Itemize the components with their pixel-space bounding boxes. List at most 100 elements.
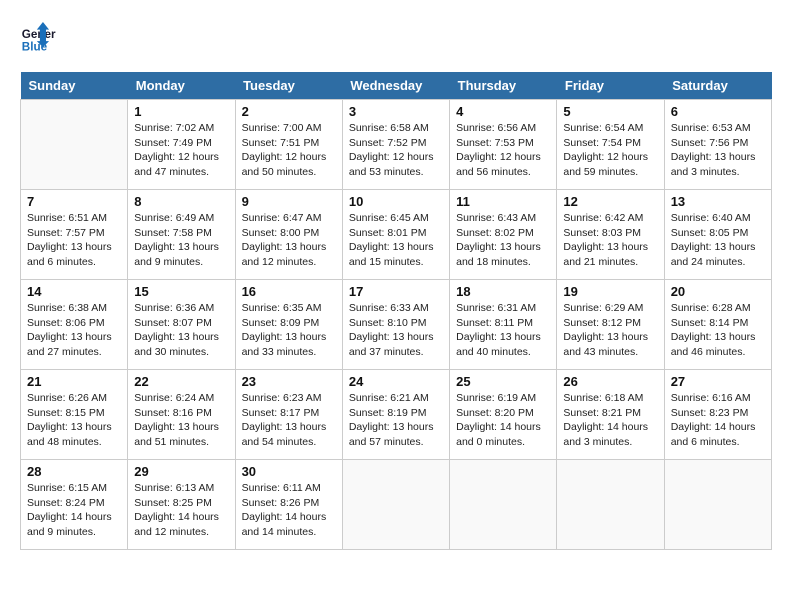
day-number: 29 xyxy=(134,464,228,479)
weekday-header: Sunday xyxy=(21,72,128,100)
day-info: Sunrise: 6:16 AMSunset: 8:23 PMDaylight:… xyxy=(671,391,765,450)
calendar-cell: 22 Sunrise: 6:24 AMSunset: 8:16 PMDayligh… xyxy=(128,370,235,460)
header: General Blue xyxy=(20,20,772,56)
day-number: 2 xyxy=(242,104,336,119)
week-row: 28 Sunrise: 6:15 AMSunset: 8:24 PMDayligh… xyxy=(21,460,772,550)
calendar-cell: 2 Sunrise: 7:00 AMSunset: 7:51 PMDaylight… xyxy=(235,100,342,190)
calendar-cell: 24Sunrise: 6:21 AMSunset: 8:19 PMDayligh… xyxy=(342,370,449,460)
calendar-cell: 19Sunrise: 6:29 AMSunset: 8:12 PMDayligh… xyxy=(557,280,664,370)
day-info: Sunrise: 6:24 AMSunset: 8:16 PMDaylight:… xyxy=(134,391,228,450)
day-number: 11 xyxy=(456,194,550,209)
calendar-cell: 14 Sunrise: 6:38 AMSunset: 8:06 PMDayligh… xyxy=(21,280,128,370)
logo-icon: General Blue xyxy=(20,20,56,56)
day-number: 25 xyxy=(456,374,550,389)
calendar-cell xyxy=(450,460,557,550)
calendar-cell: 3 Sunrise: 6:58 AMSunset: 7:52 PMDaylight… xyxy=(342,100,449,190)
calendar-table: SundayMondayTuesdayWednesdayThursdayFrid… xyxy=(20,72,772,550)
day-info: Sunrise: 6:53 AMSunset: 7:56 PMDaylight:… xyxy=(671,121,765,180)
day-info: Sunrise: 6:21 AMSunset: 8:19 PMDaylight:… xyxy=(349,391,443,450)
day-info: Sunrise: 7:02 AMSunset: 7:49 PMDaylight:… xyxy=(134,121,228,180)
day-number: 20 xyxy=(671,284,765,299)
calendar-cell: 26 Sunrise: 6:18 AMSunset: 8:21 PMDayligh… xyxy=(557,370,664,460)
calendar-header: SundayMondayTuesdayWednesdayThursdayFrid… xyxy=(21,72,772,100)
day-info: Sunrise: 6:26 AMSunset: 8:15 PMDaylight:… xyxy=(27,391,121,450)
calendar-cell: 30Sunrise: 6:11 AMSunset: 8:26 PMDayligh… xyxy=(235,460,342,550)
calendar-cell: 20 Sunrise: 6:28 AMSunset: 8:14 PMDayligh… xyxy=(664,280,771,370)
calendar-cell: 4 Sunrise: 6:56 AMSunset: 7:53 PMDaylight… xyxy=(450,100,557,190)
week-row: 1 Sunrise: 7:02 AMSunset: 7:49 PMDaylight… xyxy=(21,100,772,190)
day-number: 3 xyxy=(349,104,443,119)
day-info: Sunrise: 6:36 AMSunset: 8:07 PMDaylight:… xyxy=(134,301,228,360)
calendar-cell: 8 Sunrise: 6:49 AMSunset: 7:58 PMDaylight… xyxy=(128,190,235,280)
day-info: Sunrise: 6:15 AMSunset: 8:24 PMDaylight:… xyxy=(27,481,121,540)
day-info: Sunrise: 6:43 AMSunset: 8:02 PMDaylight:… xyxy=(456,211,550,270)
day-number: 16 xyxy=(242,284,336,299)
weekday-header: Monday xyxy=(128,72,235,100)
day-info: Sunrise: 6:47 AMSunset: 8:00 PMDaylight:… xyxy=(242,211,336,270)
calendar-cell xyxy=(342,460,449,550)
day-number: 17 xyxy=(349,284,443,299)
day-number: 14 xyxy=(27,284,121,299)
day-number: 7 xyxy=(27,194,121,209)
week-row: 14 Sunrise: 6:38 AMSunset: 8:06 PMDayligh… xyxy=(21,280,772,370)
day-info: Sunrise: 6:33 AMSunset: 8:10 PMDaylight:… xyxy=(349,301,443,360)
day-info: Sunrise: 6:40 AMSunset: 8:05 PMDaylight:… xyxy=(671,211,765,270)
calendar-cell: 27 Sunrise: 6:16 AMSunset: 8:23 PMDayligh… xyxy=(664,370,771,460)
day-info: Sunrise: 6:19 AMSunset: 8:20 PMDaylight:… xyxy=(456,391,550,450)
day-number: 28 xyxy=(27,464,121,479)
calendar-cell: 1 Sunrise: 7:02 AMSunset: 7:49 PMDaylight… xyxy=(128,100,235,190)
logo: General Blue xyxy=(20,20,60,56)
day-number: 4 xyxy=(456,104,550,119)
day-info: Sunrise: 7:00 AMSunset: 7:51 PMDaylight:… xyxy=(242,121,336,180)
day-info: Sunrise: 6:35 AMSunset: 8:09 PMDaylight:… xyxy=(242,301,336,360)
day-number: 27 xyxy=(671,374,765,389)
day-number: 22 xyxy=(134,374,228,389)
day-number: 21 xyxy=(27,374,121,389)
day-info: Sunrise: 6:45 AMSunset: 8:01 PMDaylight:… xyxy=(349,211,443,270)
week-row: 7 Sunrise: 6:51 AMSunset: 7:57 PMDaylight… xyxy=(21,190,772,280)
day-info: Sunrise: 6:23 AMSunset: 8:17 PMDaylight:… xyxy=(242,391,336,450)
day-info: Sunrise: 6:38 AMSunset: 8:06 PMDaylight:… xyxy=(27,301,121,360)
calendar-cell: 21 Sunrise: 6:26 AMSunset: 8:15 PMDayligh… xyxy=(21,370,128,460)
calendar-cell: 9Sunrise: 6:47 AMSunset: 8:00 PMDaylight… xyxy=(235,190,342,280)
svg-text:General: General xyxy=(22,28,56,41)
day-info: Sunrise: 6:18 AMSunset: 8:21 PMDaylight:… xyxy=(563,391,657,450)
day-number: 1 xyxy=(134,104,228,119)
weekday-header: Tuesday xyxy=(235,72,342,100)
calendar-cell: 5 Sunrise: 6:54 AMSunset: 7:54 PMDaylight… xyxy=(557,100,664,190)
day-number: 5 xyxy=(563,104,657,119)
day-info: Sunrise: 6:31 AMSunset: 8:11 PMDaylight:… xyxy=(456,301,550,360)
day-info: Sunrise: 6:49 AMSunset: 7:58 PMDaylight:… xyxy=(134,211,228,270)
calendar-cell: 13 Sunrise: 6:40 AMSunset: 8:05 PMDayligh… xyxy=(664,190,771,280)
weekday-header: Saturday xyxy=(664,72,771,100)
weekday-header: Thursday xyxy=(450,72,557,100)
day-info: Sunrise: 6:56 AMSunset: 7:53 PMDaylight:… xyxy=(456,121,550,180)
day-info: Sunrise: 6:58 AMSunset: 7:52 PMDaylight:… xyxy=(349,121,443,180)
day-number: 6 xyxy=(671,104,765,119)
calendar-cell: 23 Sunrise: 6:23 AMSunset: 8:17 PMDayligh… xyxy=(235,370,342,460)
calendar-cell: 10Sunrise: 6:45 AMSunset: 8:01 PMDayligh… xyxy=(342,190,449,280)
day-info: Sunrise: 6:13 AMSunset: 8:25 PMDaylight:… xyxy=(134,481,228,540)
calendar-cell: 18 Sunrise: 6:31 AMSunset: 8:11 PMDayligh… xyxy=(450,280,557,370)
calendar-cell: 17 Sunrise: 6:33 AMSunset: 8:10 PMDayligh… xyxy=(342,280,449,370)
calendar-cell: 16 Sunrise: 6:35 AMSunset: 8:09 PMDayligh… xyxy=(235,280,342,370)
day-number: 12 xyxy=(563,194,657,209)
day-info: Sunrise: 6:51 AMSunset: 7:57 PMDaylight:… xyxy=(27,211,121,270)
weekday-header: Wednesday xyxy=(342,72,449,100)
week-row: 21 Sunrise: 6:26 AMSunset: 8:15 PMDayligh… xyxy=(21,370,772,460)
day-info: Sunrise: 6:54 AMSunset: 7:54 PMDaylight:… xyxy=(563,121,657,180)
calendar-cell: 28 Sunrise: 6:15 AMSunset: 8:24 PMDayligh… xyxy=(21,460,128,550)
day-number: 15 xyxy=(134,284,228,299)
calendar-cell: 12 Sunrise: 6:42 AMSunset: 8:03 PMDayligh… xyxy=(557,190,664,280)
day-number: 13 xyxy=(671,194,765,209)
day-info: Sunrise: 6:28 AMSunset: 8:14 PMDaylight:… xyxy=(671,301,765,360)
calendar-cell xyxy=(557,460,664,550)
weekday-header: Friday xyxy=(557,72,664,100)
day-number: 23 xyxy=(242,374,336,389)
day-number: 26 xyxy=(563,374,657,389)
day-number: 18 xyxy=(456,284,550,299)
calendar-cell: 7 Sunrise: 6:51 AMSunset: 7:57 PMDaylight… xyxy=(21,190,128,280)
calendar-cell: 25 Sunrise: 6:19 AMSunset: 8:20 PMDayligh… xyxy=(450,370,557,460)
day-info: Sunrise: 6:42 AMSunset: 8:03 PMDaylight:… xyxy=(563,211,657,270)
day-number: 8 xyxy=(134,194,228,209)
